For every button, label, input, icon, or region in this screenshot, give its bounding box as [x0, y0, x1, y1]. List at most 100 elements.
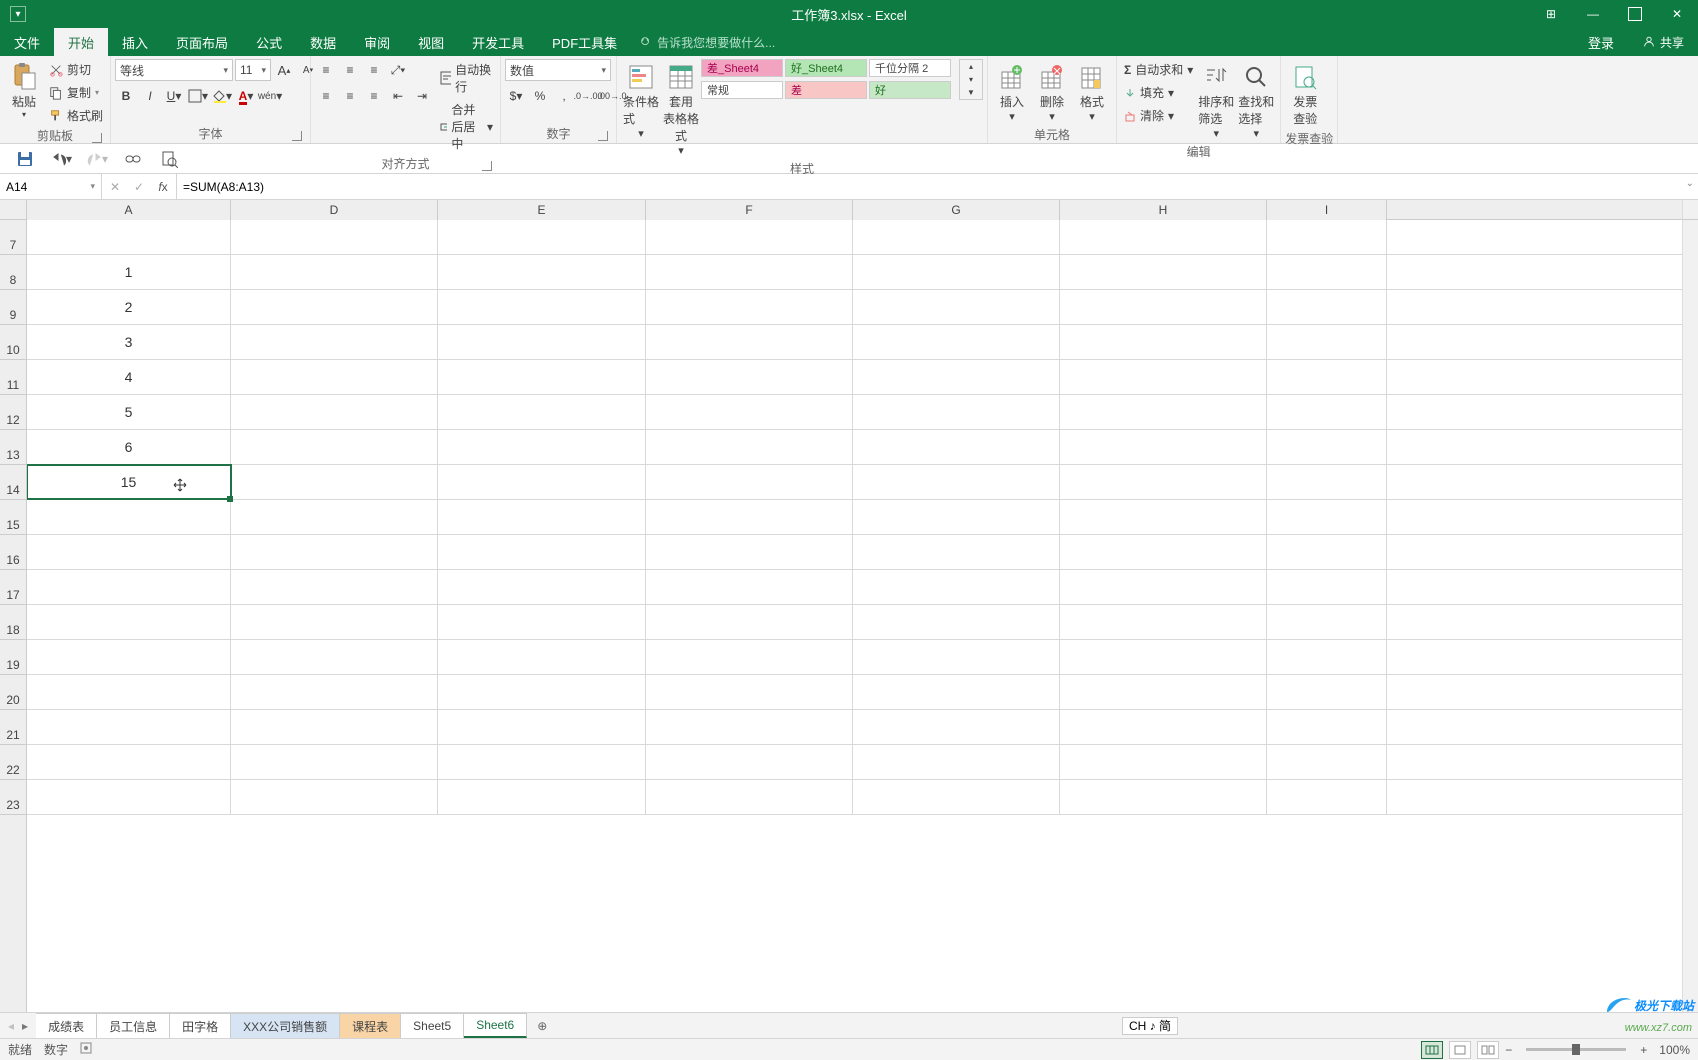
cell-F7[interactable]	[646, 220, 853, 254]
cell-D17[interactable]	[231, 570, 438, 604]
ime-indicator[interactable]: CH ♪ 简	[1122, 1017, 1178, 1035]
cell-F20[interactable]	[646, 675, 853, 709]
row-header-17[interactable]: 17	[0, 570, 26, 605]
cell-E13[interactable]	[438, 430, 646, 464]
print-preview-icon[interactable]	[158, 148, 180, 170]
redo-icon[interactable]: ▾	[86, 148, 108, 170]
cell-A15[interactable]	[27, 500, 231, 534]
insert-function-icon[interactable]: fx	[154, 178, 172, 196]
row-header-10[interactable]: 10	[0, 325, 26, 360]
name-box-input[interactable]	[6, 180, 90, 194]
cell-D8[interactable]	[231, 255, 438, 289]
cell-H8[interactable]	[1060, 255, 1267, 289]
cell-I9[interactable]	[1267, 290, 1387, 324]
sheet-tab-Sheet5[interactable]: Sheet5	[401, 1013, 464, 1038]
cell-A14[interactable]: 15	[27, 465, 231, 499]
cell-A21[interactable]	[27, 710, 231, 744]
cell-E8[interactable]	[438, 255, 646, 289]
cell-F12[interactable]	[646, 395, 853, 429]
cell-F15[interactable]	[646, 500, 853, 534]
styles-scroll-up[interactable]: ▴	[960, 60, 982, 73]
vertical-scrollbar[interactable]	[1682, 220, 1698, 1012]
font-size-select[interactable]: 11▾	[235, 59, 271, 81]
menu-开始[interactable]: 开始	[54, 28, 108, 56]
cell-E7[interactable]	[438, 220, 646, 254]
menu-数据[interactable]: 数据	[296, 28, 350, 56]
cell-G15[interactable]	[853, 500, 1060, 534]
cell-E17[interactable]	[438, 570, 646, 604]
cell-H18[interactable]	[1060, 605, 1267, 639]
cell-G20[interactable]	[853, 675, 1060, 709]
cell-D20[interactable]	[231, 675, 438, 709]
cell-A17[interactable]	[27, 570, 231, 604]
font-name-select[interactable]: 等线▾	[115, 59, 233, 81]
align-center-icon[interactable]: ≡	[339, 85, 361, 107]
menu-视图[interactable]: 视图	[404, 28, 458, 56]
menu-开发工具[interactable]: 开发工具	[458, 28, 538, 56]
cell-F18[interactable]	[646, 605, 853, 639]
cell-D23[interactable]	[231, 780, 438, 814]
cell-E20[interactable]	[438, 675, 646, 709]
sheet-tab-田字格[interactable]: 田字格	[170, 1013, 231, 1038]
cell-I18[interactable]	[1267, 605, 1387, 639]
cell-D14[interactable]	[231, 465, 438, 499]
link-icon[interactable]	[122, 148, 144, 170]
align-left-icon[interactable]: ≡	[315, 85, 337, 107]
cell-H22[interactable]	[1060, 745, 1267, 779]
minimize-button[interactable]: —	[1572, 0, 1614, 28]
paste-button[interactable]: 粘贴▾	[4, 59, 44, 121]
new-sheet-button[interactable]: ⊕	[527, 1013, 557, 1038]
sheet-tab-Sheet6[interactable]: Sheet6	[464, 1013, 527, 1038]
autosum-button[interactable]: Σ自动求和▾	[1121, 59, 1196, 80]
cell-G19[interactable]	[853, 640, 1060, 674]
cell-I22[interactable]	[1267, 745, 1387, 779]
align-middle-icon[interactable]: ≡	[339, 59, 361, 81]
cell-A18[interactable]	[27, 605, 231, 639]
cut-button[interactable]: 剪切	[46, 59, 106, 80]
cell-H16[interactable]	[1060, 535, 1267, 569]
cell-I13[interactable]	[1267, 430, 1387, 464]
cell-E14[interactable]	[438, 465, 646, 499]
cell-A20[interactable]	[27, 675, 231, 709]
format-as-table-button[interactable]: 套用 表格格式▾	[661, 59, 701, 159]
cell-F21[interactable]	[646, 710, 853, 744]
row-header-9[interactable]: 9	[0, 290, 26, 325]
cell-I10[interactable]	[1267, 325, 1387, 359]
font-color-button[interactable]: A▾	[235, 85, 257, 107]
page-break-view-icon[interactable]	[1477, 1041, 1499, 1059]
cell-F10[interactable]	[646, 325, 853, 359]
cell-E21[interactable]	[438, 710, 646, 744]
menu-PDF工具集[interactable]: PDF工具集	[538, 28, 631, 56]
row-header-19[interactable]: 19	[0, 640, 26, 675]
row-header-23[interactable]: 23	[0, 780, 26, 815]
sheet-tab-XXX公司销售额[interactable]: XXX公司销售额	[231, 1013, 340, 1038]
cell-F9[interactable]	[646, 290, 853, 324]
row-header-15[interactable]: 15	[0, 500, 26, 535]
ribbon-options-button[interactable]: ⊞	[1530, 0, 1572, 28]
increase-decimal-icon[interactable]: .0→.00	[577, 85, 599, 107]
cell-G12[interactable]	[853, 395, 1060, 429]
cell-E19[interactable]	[438, 640, 646, 674]
insert-cells-button[interactable]: 插入▾	[992, 59, 1032, 125]
cell-D12[interactable]	[231, 395, 438, 429]
zoom-in-button[interactable]: +	[1640, 1043, 1647, 1057]
cell-H10[interactable]	[1060, 325, 1267, 359]
row-header-20[interactable]: 20	[0, 675, 26, 710]
sign-in-button[interactable]: 登录	[1574, 28, 1628, 56]
menu-文件[interactable]: 文件	[0, 28, 54, 56]
cell-I7[interactable]	[1267, 220, 1387, 254]
cell-H9[interactable]	[1060, 290, 1267, 324]
cell-G21[interactable]	[853, 710, 1060, 744]
cell-I16[interactable]	[1267, 535, 1387, 569]
column-header-A[interactable]: A	[27, 200, 231, 220]
tab-nav-first-icon[interactable]: ◂	[8, 1019, 14, 1033]
menu-审阅[interactable]: 审阅	[350, 28, 404, 56]
row-header-21[interactable]: 21	[0, 710, 26, 745]
cell-G18[interactable]	[853, 605, 1060, 639]
cell-G11[interactable]	[853, 360, 1060, 394]
italic-button[interactable]: I	[139, 85, 161, 107]
increase-font-icon[interactable]: A▴	[273, 59, 295, 81]
page-layout-view-icon[interactable]	[1449, 1041, 1471, 1059]
sheet-tab-员工信息[interactable]: 员工信息	[97, 1013, 170, 1038]
select-all-corner[interactable]	[0, 200, 27, 220]
